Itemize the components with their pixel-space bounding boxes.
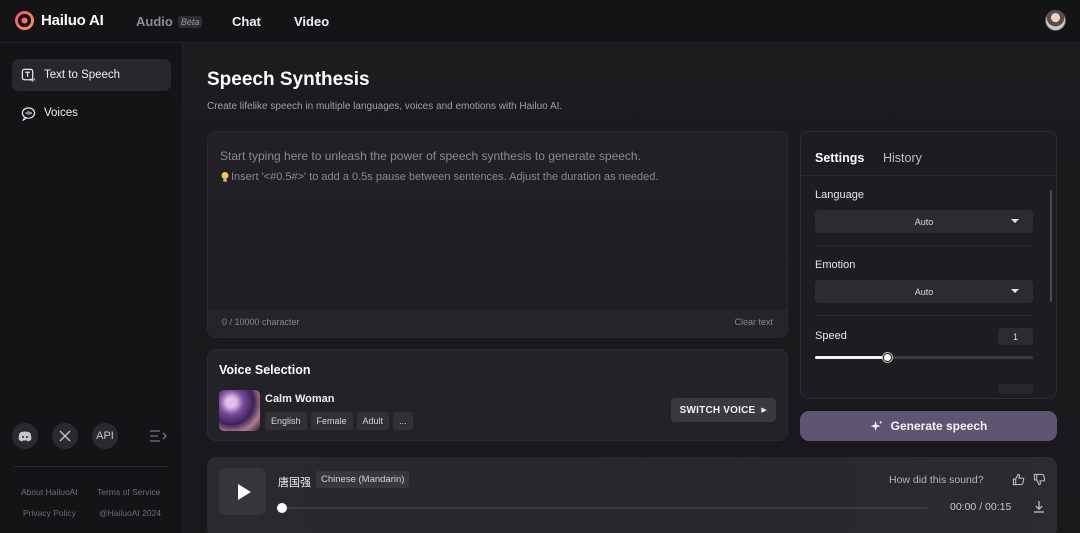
language-select[interactable]: Auto [815,210,1033,233]
sidebar-item-text-to-speech[interactable]: Text to Speech [12,59,171,91]
track-language-badge: Chinese (Mandarin) [316,471,410,488]
text-to-speech-icon [21,68,35,82]
voice-tags: English Female Adult ... [265,412,417,430]
beta-badge: Beta [177,15,203,28]
privacy-link[interactable]: Privacy Policy [23,508,76,518]
language-value: Auto [914,216,934,227]
discord-link[interactable] [12,423,38,449]
settings-divider [815,315,1033,316]
emotion-value: Auto [914,286,934,297]
play-icon [237,483,251,500]
about-link[interactable]: About HailuoAI [21,487,78,497]
footer-divider [14,466,169,467]
thumbs-down-icon[interactable] [1033,473,1046,486]
thumbs-up-icon[interactable] [1012,473,1025,486]
next-setting-input[interactable] [998,384,1033,394]
tabs-divider [801,175,1056,176]
feedback-question: How did this sound? [889,474,984,486]
hailuo-logo-icon [15,11,34,30]
speech-text-input[interactable]: Start typing here to unleash the power o… [207,131,788,338]
voice-name: Calm Woman [265,393,335,405]
nav-video[interactable]: Video [294,0,329,43]
page-subtitle: Create lifelike speech in multiple langu… [207,101,563,112]
caret-down-icon [1011,219,1019,223]
lightbulb-icon [221,172,229,182]
nav-audio-label: Audio [136,14,173,29]
voice-tag: English [265,412,307,430]
discord-icon [18,431,32,441]
api-link[interactable]: API [92,423,118,449]
sidebar-item-label: Text to Speech [44,69,121,81]
switch-voice-label: SWITCH VOICE [679,404,756,416]
voice-tag: Adult [356,412,390,430]
emotion-label: Emotion [815,259,856,271]
top-bar: Hailuo AI Audio Beta Chat Video [0,0,1080,43]
user-avatar[interactable] [1045,10,1066,31]
speed-slider[interactable] [815,353,1033,362]
settings-scrollbar[interactable] [1050,190,1052,302]
download-icon[interactable] [1033,500,1045,513]
clear-text-button[interactable]: Clear text [734,317,773,327]
character-count: 0 / 10000 character [222,317,300,327]
voice-thumbnail [219,390,260,431]
voices-icon [21,106,36,121]
editor-hint: Insert '<#0.5#>' to add a 0.5s pause bet… [220,171,658,183]
x-link[interactable] [52,423,78,449]
voice-selection-title: Voice Selection [219,363,311,377]
terms-link[interactable]: Terms of Service [97,487,160,497]
tab-history[interactable]: History [883,151,922,165]
audio-player: 唐国强 Chinese (Mandarin) How did this soun… [207,457,1057,533]
settings-divider [815,245,1033,246]
language-label: Language [815,189,864,201]
copyright-text: @HailuoAI 2024 [99,508,162,518]
speed-slider-fill [815,356,887,359]
track-title: 唐国强 [278,476,311,489]
editor-placeholder: Start typing here to unleash the power o… [220,149,641,163]
x-logo-icon [59,430,71,442]
brand-logo[interactable]: Hailuo AI [15,11,104,30]
main-content: Speech Synthesis Create lifelike speech … [183,43,1080,533]
generate-speech-button[interactable]: Generate speech [800,411,1057,441]
playback-time: 00:00 / 00:15 [950,501,1012,513]
editor-footer: 0 / 10000 character Clear text [208,309,787,337]
brand-name: Hailuo AI [41,12,104,29]
speed-slider-handle[interactable] [883,353,892,362]
page-title: Speech Synthesis [207,69,370,90]
settings-panel: Settings History Language Auto Emotion A… [800,131,1057,399]
switch-voice-button[interactable]: SWITCH VOICE ▶ [670,398,776,422]
sparkle-icon [870,419,883,431]
chevron-right-icon: ▶ [761,407,767,414]
playback-progress-bar[interactable] [282,507,928,509]
speed-label: Speed [815,330,847,342]
tab-settings[interactable]: Settings [815,151,864,165]
generate-speech-label: Generate speech [890,419,988,433]
voice-selection-panel: Voice Selection Calm Woman English Femal… [207,349,788,441]
sidebar: Text to Speech Voices API About HailuoAI… [0,43,183,533]
playback-progress-handle[interactable] [277,503,287,513]
voice-tag: Female [310,412,353,430]
caret-down-icon [1011,289,1019,293]
editor-hint-text: Insert '<#0.5#>' to add a 0.5s pause bet… [231,171,659,183]
nav-audio[interactable]: Audio Beta [136,0,203,43]
play-button[interactable] [219,468,266,515]
sidebar-item-voices[interactable]: Voices [12,97,171,129]
voice-tag-more[interactable]: ... [393,412,413,430]
sidebar-item-label: Voices [44,107,78,119]
emotion-select[interactable]: Auto [815,280,1033,303]
nav-chat[interactable]: Chat [232,0,261,43]
speed-input[interactable]: 1 [998,328,1033,345]
collapse-sidebar-icon[interactable] [147,427,169,445]
